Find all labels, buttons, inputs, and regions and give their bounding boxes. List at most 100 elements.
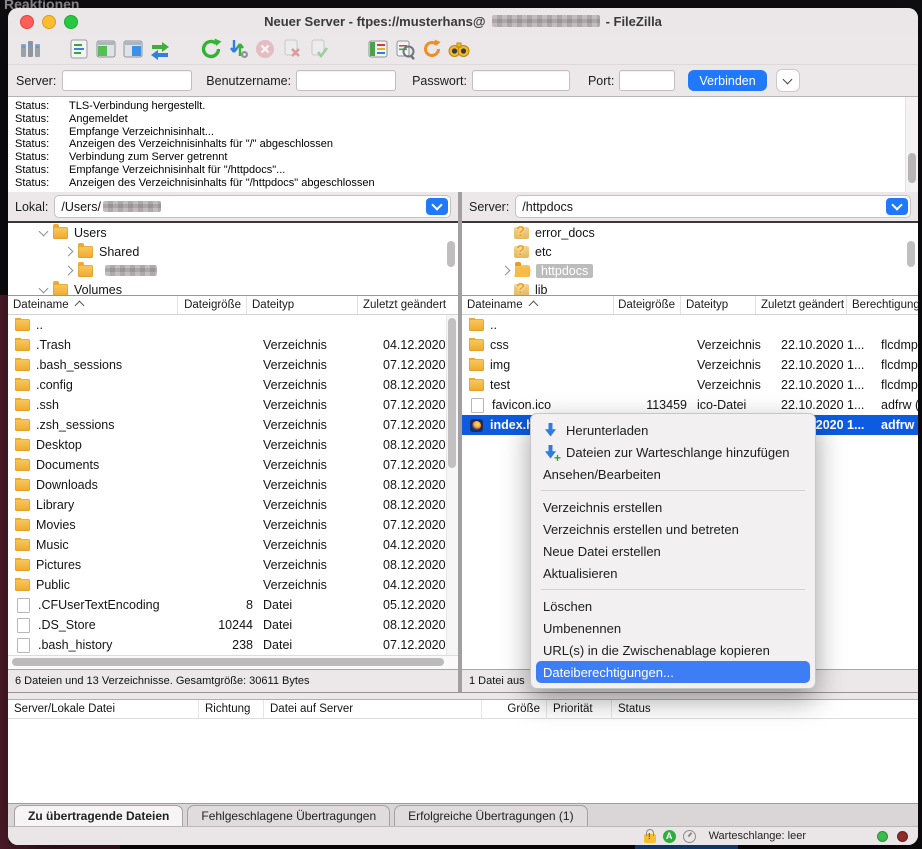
menu-item[interactable]: Umbenennen <box>531 617 815 639</box>
menu-item[interactable] <box>531 485 815 496</box>
toggle-remote-tree-button[interactable] <box>119 36 146 62</box>
scrollbar-thumb[interactable] <box>12 658 444 666</box>
column-header-type[interactable]: Dateityp <box>681 296 756 314</box>
menu-item[interactable]: Aktualisieren <box>531 562 815 584</box>
quickconnect-dropdown-button[interactable] <box>776 69 800 92</box>
tree-item[interactable]: Shared <box>8 242 458 261</box>
quickconnect-button[interactable]: Verbinden <box>688 70 766 91</box>
file-row[interactable]: .. <box>8 315 458 335</box>
column-header-direction[interactable]: Richtung <box>199 700 264 718</box>
file-row[interactable]: .DS_Store 10244 Datei 08.12.2020 <box>8 615 458 635</box>
column-header-priority[interactable]: Priorität <box>547 700 612 718</box>
transfer-type-auto-icon[interactable]: A <box>663 830 676 843</box>
file-row[interactable]: Desktop Verzeichnis 08.12.2020 <box>8 435 458 455</box>
remote-path-dropdown-button[interactable] <box>886 198 908 215</box>
column-header-status[interactable]: Status <box>612 700 918 718</box>
tree-item[interactable]: Volumes <box>8 280 458 296</box>
column-header-size[interactable]: Dateigröße <box>614 296 681 314</box>
column-header-name[interactable]: Dateiname <box>462 296 614 314</box>
scrollbar-thumb[interactable] <box>448 318 456 468</box>
tab-failed-transfers[interactable]: Fehlgeschlagene Übertragungen <box>187 805 390 826</box>
tree-item[interactable]: Users <box>8 223 458 242</box>
column-header-size[interactable]: Größe <box>482 700 547 718</box>
file-row[interactable]: css Verzeichnis 22.10.2020 1... flcdmpe <box>462 335 918 355</box>
file-row[interactable]: img Verzeichnis 22.10.2020 1... flcdmpe <box>462 355 918 375</box>
log-scrollbar-thumb[interactable] <box>908 153 916 183</box>
menu-item[interactable]: Dateien zur Warteschlange hinzufügen <box>531 441 815 463</box>
local-tree-scrollbar[interactable] <box>447 225 456 293</box>
remote-path-combo[interactable]: /httpdocs <box>515 195 911 218</box>
file-row[interactable]: .config Verzeichnis 08.12.2020 <box>8 375 458 395</box>
toggle-message-log-button[interactable] <box>65 36 92 62</box>
process-queue-button[interactable] <box>224 36 251 62</box>
encryption-lock-icon[interactable] <box>644 834 656 843</box>
directory-comparison-button[interactable] <box>391 36 418 62</box>
menu-item[interactable]: Dateiberechtigungen... <box>536 661 810 683</box>
column-header-type[interactable]: Dateityp <box>247 296 358 314</box>
local-vertical-scrollbar[interactable] <box>446 315 458 655</box>
tree-expander-icon[interactable] <box>64 266 74 276</box>
file-row[interactable]: .. <box>462 315 918 335</box>
filter-button[interactable] <box>364 36 391 62</box>
file-search-button[interactable] <box>445 36 472 62</box>
minimize-window-button[interactable] <box>42 15 56 29</box>
scrollbar-thumb[interactable] <box>447 241 455 267</box>
file-row[interactable]: test Verzeichnis 22.10.2020 1... flcdmpe <box>462 375 918 395</box>
menu-item[interactable]: Herunterladen <box>531 419 815 441</box>
toggle-local-tree-button[interactable] <box>92 36 119 62</box>
log-scrollbar[interactable] <box>905 97 918 194</box>
tree-item[interactable]: etc <box>462 242 918 261</box>
column-header-permissions[interactable]: Berechtigungen <box>847 296 918 314</box>
password-input[interactable] <box>472 70 570 91</box>
tree-expander-icon[interactable] <box>39 283 49 293</box>
tree-item[interactable]: httpdocs <box>462 261 918 280</box>
file-row[interactable]: .Trash Verzeichnis 04.12.2020 <box>8 335 458 355</box>
menu-item[interactable]: Ansehen/Bearbeiten <box>531 463 815 485</box>
file-row[interactable]: .ssh Verzeichnis 07.12.2020 <box>8 395 458 415</box>
file-row[interactable]: Documents Verzeichnis 07.12.2020 <box>8 455 458 475</box>
column-header-name[interactable]: Dateiname <box>8 296 178 314</box>
server-input[interactable] <box>62 70 192 91</box>
tab-successful-transfers[interactable]: Erfolgreiche Übertragungen (1) <box>394 805 587 826</box>
zoom-window-button[interactable] <box>64 15 78 29</box>
site-manager-button[interactable] <box>16 36 43 62</box>
cancel-operation-button[interactable] <box>251 36 278 62</box>
column-header-size[interactable]: Dateigröße <box>178 296 247 314</box>
file-row[interactable]: .zsh_sessions Verzeichnis 07.12.2020 <box>8 415 458 435</box>
file-row[interactable]: .bash_sessions Verzeichnis 07.12.2020 <box>8 355 458 375</box>
menu-item[interactable]: Verzeichnis erstellen <box>531 496 815 518</box>
port-input[interactable] <box>619 70 675 91</box>
local-horizontal-scrollbar[interactable] <box>8 655 458 669</box>
scrollbar-thumb[interactable] <box>907 241 915 267</box>
menu-item[interactable] <box>531 584 815 595</box>
local-path-combo[interactable]: /Users/ <box>54 195 451 218</box>
column-header-remote-file[interactable]: Datei auf Server <box>264 700 482 718</box>
column-header-modified[interactable]: Zuletzt geändert <box>756 296 847 314</box>
file-row[interactable]: Pictures Verzeichnis 08.12.2020 <box>8 555 458 575</box>
tree-expander-icon[interactable] <box>39 226 49 236</box>
tree-item[interactable]: lib <box>462 280 918 296</box>
disconnect-button[interactable] <box>278 36 305 62</box>
username-input[interactable] <box>296 70 396 91</box>
file-row[interactable]: Music Verzeichnis 04.12.2020 <box>8 535 458 555</box>
file-row[interactable]: .CFUserTextEncoding 8 Datei 05.12.2020 <box>8 595 458 615</box>
tree-item[interactable]: error_docs <box>462 223 918 242</box>
file-row[interactable]: .bash_history 238 Datei 07.12.2020 <box>8 635 458 655</box>
tree-item[interactable] <box>8 261 458 280</box>
local-path-dropdown-button[interactable] <box>426 198 448 215</box>
menu-item[interactable]: Verzeichnis erstellen und betreten <box>531 518 815 540</box>
reconnect-button[interactable] <box>305 36 332 62</box>
menu-item[interactable]: Löschen <box>531 595 815 617</box>
column-header-local-file[interactable]: Server/Lokale Datei <box>8 700 199 718</box>
refresh-button[interactable] <box>197 36 224 62</box>
tab-files-to-transfer[interactable]: Zu übertragende Dateien <box>14 805 183 826</box>
file-row[interactable]: favicon.ico 113459 ico-Datei 22.10.2020 … <box>462 395 918 415</box>
column-header-modified[interactable]: Zuletzt geändert <box>358 296 458 314</box>
menu-item[interactable]: URL(s) in die Zwischenablage kopieren <box>531 639 815 661</box>
file-row[interactable]: Public Verzeichnis 04.12.2020 <box>8 575 458 595</box>
close-window-button[interactable] <box>20 15 34 29</box>
file-row[interactable]: Library Verzeichnis 08.12.2020 <box>8 495 458 515</box>
file-row[interactable]: Movies Verzeichnis 07.12.2020 <box>8 515 458 535</box>
remote-tree-scrollbar[interactable] <box>907 225 916 293</box>
tree-expander-icon[interactable] <box>64 247 74 257</box>
